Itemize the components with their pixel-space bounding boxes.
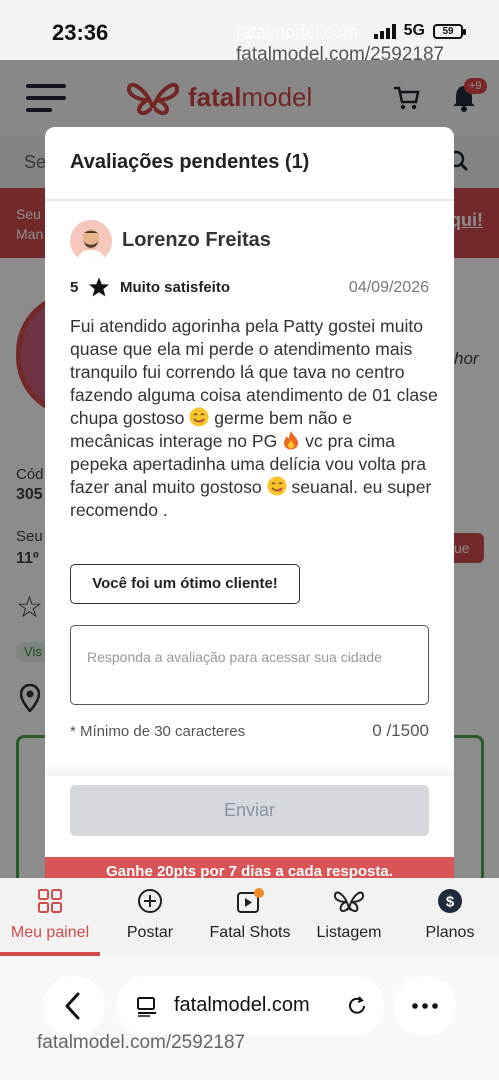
butterfly-icon	[333, 891, 365, 913]
url-text: fatalmodel.com	[174, 994, 310, 1016]
watermark-bottom: fatalmodel.com/2592187	[37, 1032, 246, 1053]
nav-label: Postar	[126, 924, 174, 941]
nav-postar[interactable]: Postar	[110, 888, 190, 942]
address-bar[interactable]: fatalmodel.com	[116, 976, 384, 1036]
reviewer-name: Lorenzo Freitas	[122, 229, 271, 251]
yum-emoji-icon	[267, 476, 287, 496]
more-dots-icon	[412, 1003, 438, 1009]
signal-icon	[373, 23, 396, 39]
review-text: Fui atendido agorinha pela Patty gostei …	[70, 315, 440, 522]
nav-label: Planos	[425, 924, 475, 941]
nav-fatal-shots[interactable]: Fatal Shots	[200, 888, 300, 942]
review-date: 04/09/2026	[348, 279, 429, 296]
status-icons: 5G 59	[373, 22, 466, 40]
reply-textarea[interactable]: Responda a avaliação para acessar sua ci…	[70, 625, 429, 705]
chevron-left-icon	[65, 992, 80, 1020]
video-play-icon	[237, 888, 264, 913]
rating-value: 5	[70, 279, 79, 296]
yum-emoji-icon	[189, 407, 209, 427]
modal-divider	[45, 199, 454, 201]
battery-icon: 59	[433, 23, 466, 39]
send-button[interactable]: Enviar	[70, 785, 429, 836]
char-counter: 0 /1500	[372, 721, 429, 740]
star-icon	[88, 277, 110, 297]
reply-placeholder: Responda a avaliação para acessar sua ci…	[87, 649, 382, 665]
reviewer-avatar	[70, 220, 112, 262]
good-client-badge: Você foi um ótimo cliente!	[70, 564, 300, 604]
rating-row: 5 Muito satisfeito 04/09/2026	[70, 277, 430, 299]
min-chars-hint: * Mínimo de 30 caracteres	[70, 723, 246, 740]
bottom-nav: Meu painel Postar Fatal Shots Listagem $…	[0, 878, 499, 956]
battery-level: 59	[442, 25, 454, 37]
fire-emoji-icon	[284, 431, 299, 450]
reload-icon[interactable]	[346, 995, 368, 1017]
nav-label: Fatal Shots	[209, 924, 291, 941]
nav-listagem[interactable]: Listagem	[306, 888, 392, 942]
plus-circle-icon	[138, 889, 162, 913]
browser-toolbar: fatalmodel.com fatalmodel.com/2592187	[0, 956, 499, 1080]
user-avatar-icon	[70, 220, 112, 262]
nav-planos[interactable]: $ Planos	[410, 888, 490, 942]
modal-title: Avaliações pendentes (1)	[70, 151, 310, 173]
more-options-button[interactable]	[394, 976, 456, 1036]
watermark-light: fatalmodel.com	[236, 22, 359, 42]
nav-label: Meu painel	[10, 924, 90, 941]
nav-meu-painel[interactable]: Meu painel	[5, 888, 95, 942]
pending-reviews-modal: Avaliações pendentes (1) Lorenzo Freitas…	[45, 127, 454, 887]
network-label: 5G	[403, 22, 425, 39]
back-button[interactable]	[43, 976, 105, 1036]
status-bar: 23:36 fatalmodel.com 5G 59 fatalmodel.co…	[0, 0, 499, 65]
dashboard-icon	[38, 889, 62, 913]
rating-label: Muito satisfeito	[120, 279, 231, 296]
svg-text:$: $	[446, 894, 455, 911]
footer-separator	[45, 762, 454, 776]
nav-label: Listagem	[316, 924, 382, 941]
status-time: 23:36	[52, 20, 109, 45]
dollar-coin-icon: $	[438, 889, 462, 913]
page-info-icon[interactable]	[136, 995, 158, 1017]
